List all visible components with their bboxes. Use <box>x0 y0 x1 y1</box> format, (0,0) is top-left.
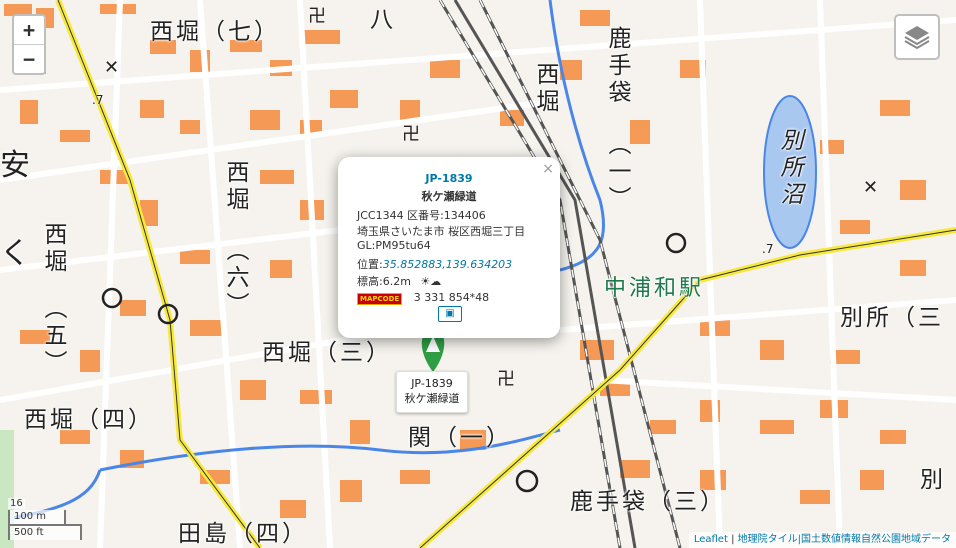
zoom-control: + − <box>12 14 46 75</box>
map-label-bessho-numa: 別所沼 <box>776 128 802 209</box>
svg-text:✕: ✕ <box>104 57 119 78</box>
mapcode-logo[interactable]: MAPCODE <box>357 293 403 305</box>
map-label-nishibori-mid: 西堀 <box>222 160 248 214</box>
route-label-7a: .7 <box>92 93 104 107</box>
map-label-tajima4: 田島（四） <box>178 521 308 547</box>
popup-id[interactable]: JP-1839 <box>338 172 560 185</box>
map-label-shikatebukuro3: 鹿手袋（三） <box>570 489 726 515</box>
zoom-in-button[interactable]: + <box>14 16 44 44</box>
popup-mapcode-value: 3 331 854*48 <box>413 291 490 304</box>
svg-text:卍: 卍 <box>402 124 420 145</box>
scale-zoom-value: 16 <box>8 498 25 509</box>
info-popup: × JP-1839 秋ケ瀬緑道 JCC1344 区番号:134406 埼玉県さい… <box>338 157 560 338</box>
scale-imperial: 500 ft <box>8 524 82 540</box>
marker-tooltip: JP-1839 秋ケ瀬緑道 <box>396 371 468 413</box>
scale-control: 16 100 m 500 ft <box>8 491 82 540</box>
layers-button[interactable] <box>894 14 940 60</box>
popup-mapcode: MAPCODE 3 331 854*48 <box>357 291 489 305</box>
popup-elevation: 標高:6.2m ☀☁ <box>357 273 441 289</box>
tooltip-name: 秋ケ瀬緑道 <box>404 392 460 405</box>
attribution-sep: | <box>727 534 738 545</box>
popup-position-link[interactable]: 35.852883,139.634203 <box>383 258 512 271</box>
map-label-bessho: 別所（三 <box>840 305 944 331</box>
popup-name: 秋ケ瀬緑道 <box>421 190 477 203</box>
popup-gl: GL:PM95tu64 <box>357 239 431 252</box>
attribution-link[interactable]: 地理院タイル|国土数値情報自然公園地域データ <box>738 534 951 545</box>
map-label-nishibori-top: 西堀 <box>532 62 558 116</box>
svg-text:卍: 卍 <box>308 6 326 27</box>
map-label-ichi: （一） <box>604 132 630 213</box>
popup-position: 位置:35.852883,139.634203 <box>357 256 512 272</box>
map-label-right-bottom: 別 <box>920 467 946 493</box>
leaflet-link[interactable]: Leaflet <box>694 534 728 545</box>
map-label-nishibori3: 西堀（三） <box>262 340 392 366</box>
map-label-roku: （六） <box>222 238 248 319</box>
layers-icon <box>904 26 930 50</box>
map-label-nishibori7: 西堀（七） <box>150 19 280 45</box>
zoom-out-button[interactable]: − <box>14 44 44 73</box>
map-label-hachi: 八 <box>370 7 396 33</box>
svg-text:卍: 卍 <box>497 369 515 390</box>
map-label-left-edge: 安 <box>0 148 33 183</box>
popup-jcc: JCC1344 区番号:134406 <box>357 209 486 222</box>
map-label-go: （五） <box>40 296 66 377</box>
map-label-left-ku: く <box>0 236 33 271</box>
map-label-nakaurawa-station: 中浦和駅 <box>604 276 705 301</box>
tooltip-id: JP-1839 <box>411 377 453 390</box>
popup-elevation-text: 標高:6.2m <box>357 275 411 288</box>
map-label-seki1: 関（一） <box>408 425 512 451</box>
map-label-nishibori-left: 西堀 <box>40 222 66 276</box>
map-label-shikatebukuro-v: 鹿手袋 <box>604 26 630 107</box>
route-label-7b: .7 <box>762 242 774 256</box>
popup-address: 埼玉県さいたま市 桜区西堀三丁目 <box>357 225 526 238</box>
map-label-nishibori4: 西堀（四） <box>24 407 154 433</box>
attribution: Leaflet | 地理院タイル|国土数値情報自然公園地域データ <box>688 532 956 548</box>
popup-position-label: 位置: <box>357 258 383 271</box>
print-icon[interactable]: ▣ <box>438 306 462 322</box>
svg-text:✕: ✕ <box>863 177 878 198</box>
sun-cloud-icon[interactable]: ☀☁ <box>420 275 441 288</box>
